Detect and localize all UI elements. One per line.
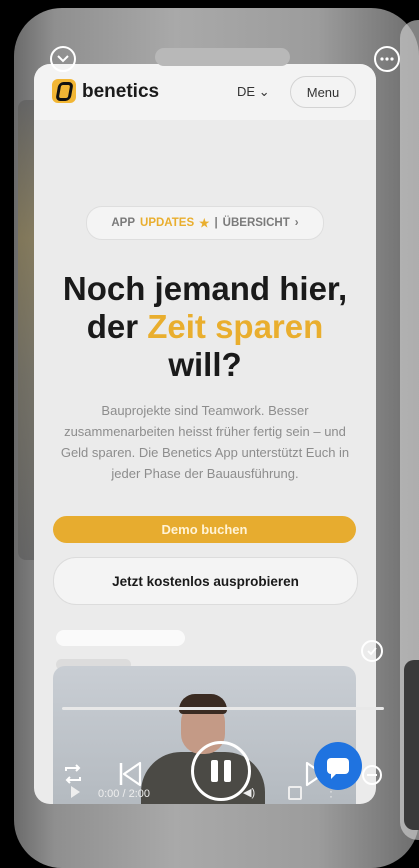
- next-card-shadow: [404, 660, 419, 830]
- menu-button[interactable]: Menu: [290, 76, 356, 108]
- chevron-right-icon: ›: [294, 217, 299, 229]
- headline-highlight: Zeit sparen: [147, 308, 324, 345]
- chat-icon: [327, 758, 349, 779]
- playback-progress-bar[interactable]: [62, 707, 384, 710]
- check-icon[interactable]: [361, 640, 383, 662]
- fullscreen-icon[interactable]: [288, 786, 302, 800]
- web-page-card[interactable]: benetics DE ⌄ Menu APP UPDATES ★ | ÜBERS…: [34, 64, 376, 804]
- hero-description: Bauprojekte sind Teamwork. Besser zusamm…: [60, 403, 350, 481]
- badge-separator: |: [214, 217, 218, 229]
- headline-line-3: will?: [168, 346, 242, 383]
- pause-bar-left: [211, 760, 218, 782]
- pause-bar-right: [224, 760, 231, 782]
- video-play-icon[interactable]: [71, 786, 80, 798]
- star-icon: ★: [199, 218, 210, 230]
- headline-line-1: Noch jemand hier,: [62, 270, 348, 307]
- collapse-chevron-icon[interactable]: [50, 46, 76, 72]
- demo-button[interactable]: Demo buchen: [53, 516, 356, 543]
- badge-overview: ÜBERSICHT: [222, 217, 290, 229]
- brand-name[interactable]: benetics: [82, 81, 159, 103]
- badge-app: APP: [111, 217, 136, 229]
- video-person-hair: [179, 694, 227, 714]
- more-icon[interactable]: [374, 46, 400, 72]
- hero-headline: Noch jemand hier, der Zeit sparen will?: [34, 270, 376, 384]
- language-selector[interactable]: DE ⌄: [237, 84, 270, 100]
- pause-button[interactable]: [191, 741, 251, 801]
- language-label: DE: [237, 84, 256, 99]
- app-updates-badge[interactable]: APP UPDATES ★ | ÜBERSICHT ›: [86, 206, 324, 240]
- site-navbar: benetics DE ⌄ Menu: [34, 64, 376, 120]
- repeat-icon[interactable]: [62, 762, 84, 786]
- headline-der: der: [86, 308, 148, 345]
- previous-track-icon[interactable]: [118, 760, 144, 788]
- benetics-logo-icon[interactable]: [52, 79, 76, 103]
- loading-skeleton-bar: [56, 630, 185, 646]
- chat-button[interactable]: [314, 742, 362, 790]
- badge-updates: UPDATES: [140, 217, 195, 229]
- free-trial-button[interactable]: Jetzt kostenlos ausprobieren: [53, 557, 358, 605]
- chevron-down-icon: ⌄: [258, 84, 270, 99]
- video-time: 0:00 / 2:00: [98, 788, 150, 800]
- minus-circle-icon[interactable]: [361, 764, 383, 786]
- handle-pill[interactable]: [155, 48, 290, 66]
- headline-line-2: der Zeit sparen: [34, 308, 376, 346]
